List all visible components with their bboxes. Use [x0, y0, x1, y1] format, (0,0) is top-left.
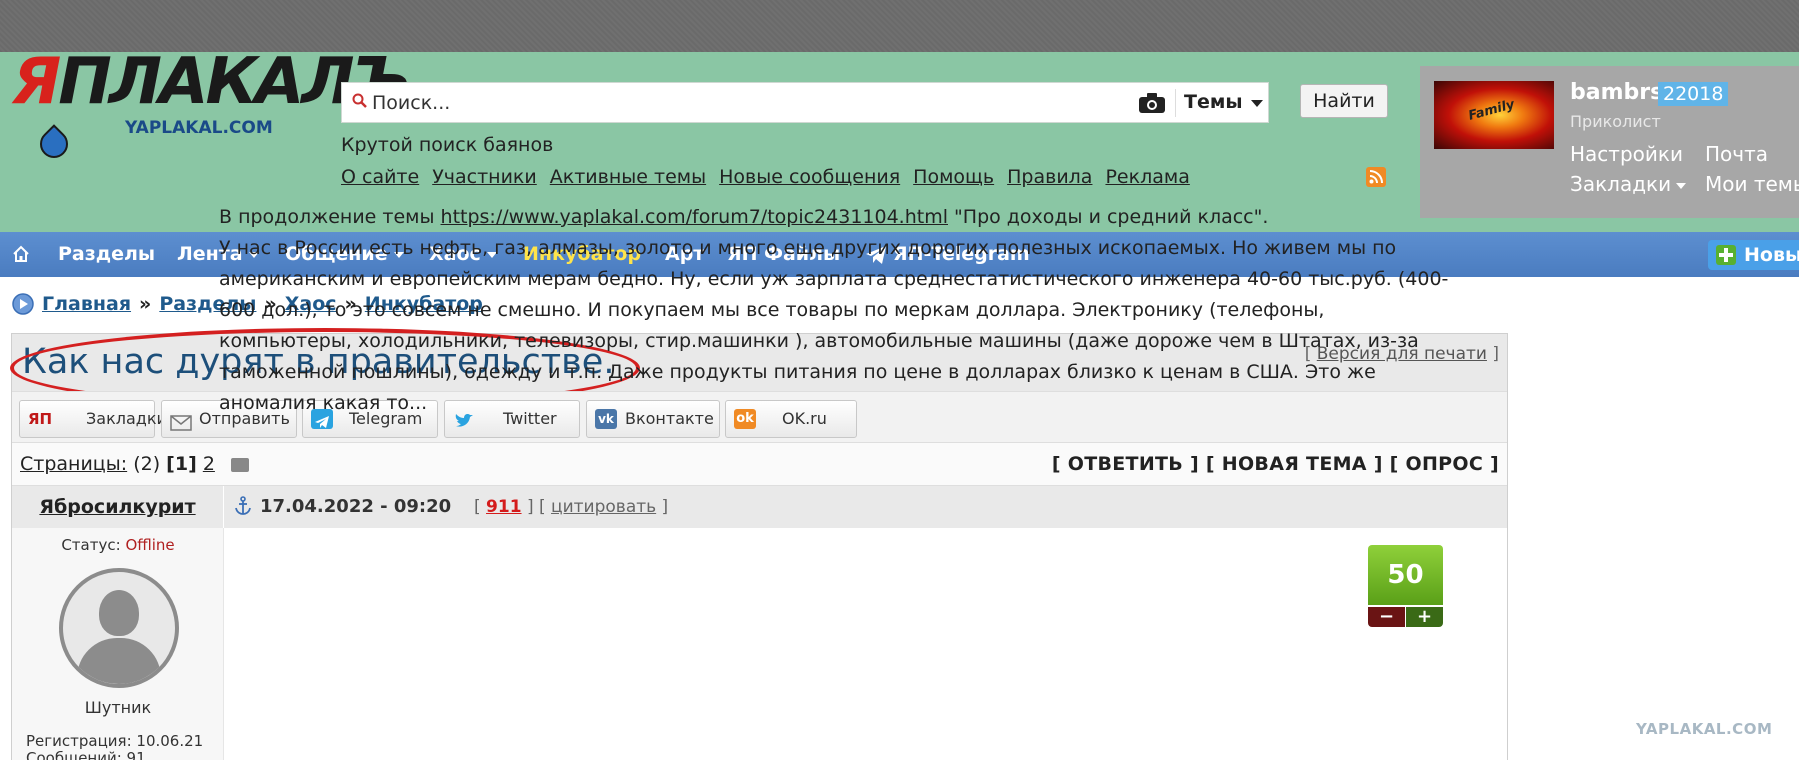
tear-drop-icon	[34, 124, 74, 164]
nav-about[interactable]: О сайте	[341, 166, 419, 188]
rating-value: 50	[1368, 545, 1443, 605]
nav-rules[interactable]: Правила	[1007, 166, 1092, 188]
post-header: Ябросилкурит 17.04.2022 - 09:20 [ 911 ] …	[12, 485, 1507, 528]
author-sidebar: Статус: Offline Шутник Регистрация: 10.0…	[12, 528, 224, 760]
post-author[interactable]: Ябросилкурит	[12, 486, 224, 528]
search-scope-select[interactable]: Темы	[1184, 83, 1243, 122]
nav-active-topics[interactable]: Активные темы	[550, 166, 706, 188]
envelope-icon	[170, 409, 192, 431]
post-body: В продолжение темы https://www.yaplakal.…	[219, 206, 1449, 414]
find-button[interactable]: Найти	[1300, 84, 1388, 118]
rss-icon[interactable]	[1366, 167, 1386, 187]
site-logo[interactable]: ЯПЛАКАЛЪ YAPLAKAL.COM	[10, 50, 412, 180]
post-number[interactable]: 911	[486, 497, 522, 517]
post-link[interactable]: https://www.yaplakal.com/forum7/topic243…	[441, 206, 948, 228]
envelope-icon[interactable]	[231, 458, 249, 472]
user-avatar[interactable]: Family	[1434, 81, 1554, 149]
author-rank: Шутник	[84, 698, 152, 717]
user-rating-badge: 22018	[1658, 82, 1729, 106]
yp-icon: ЯП	[28, 410, 53, 428]
search-input[interactable]	[372, 83, 1152, 122]
logo-domain: YAPLAKAL.COM	[125, 118, 273, 138]
search-icon	[352, 93, 367, 108]
nav-ads[interactable]: Реклама	[1105, 166, 1189, 188]
my-topics-link[interactable]: Мои темы	[1705, 172, 1799, 196]
user-rank: Приколист	[1570, 112, 1661, 131]
user-panel: Family bambrs 22018 Приколист Настройки …	[1420, 66, 1799, 218]
page-2-link[interactable]: 2	[203, 453, 215, 475]
settings-link[interactable]: Настройки	[1570, 142, 1683, 166]
nav-help[interactable]: Помощь	[913, 166, 994, 188]
pagination: Страницы: (2) [1] 2	[20, 453, 215, 475]
post-rating: 50 − +	[1368, 545, 1443, 627]
top-nav: О сайте Участники Активные темы Новые со…	[341, 166, 1190, 188]
search-tagline: Крутой поиск баянов	[341, 134, 554, 156]
author-avatar[interactable]	[59, 568, 179, 688]
topic-actions[interactable]: [ ОТВЕТИТЬ ] [ НОВАЯ ТЕМА ] [ ОПРОС ]	[1052, 453, 1499, 475]
watermark: YAPLAKAL.COM	[1636, 720, 1773, 738]
nav-sections[interactable]: Разделы	[58, 232, 155, 277]
breadcrumb-separator: »	[139, 293, 152, 315]
mail-link[interactable]: Почта	[1705, 142, 1768, 166]
search-bar: Темы	[341, 82, 1269, 123]
username[interactable]: bambrs	[1570, 80, 1663, 105]
anchor-icon[interactable]	[234, 496, 252, 516]
chevron-down-icon[interactable]	[1251, 100, 1263, 107]
author-registration: Регистрация: 10.06.21 Сообщений: 91	[26, 732, 204, 760]
pagination-row: Страницы: (2) [1] 2 [ ОТВЕТИТЬ ] [ НОВАЯ…	[12, 443, 1507, 485]
share-bookmarks-button[interactable]: ЯП Закладки	[19, 400, 167, 438]
search-separator	[1175, 89, 1176, 117]
author-status: Статус: Offline	[61, 536, 175, 554]
rating-minus-button[interactable]: −	[1368, 607, 1405, 627]
nav-members[interactable]: Участники	[432, 166, 537, 188]
breadcrumb-home[interactable]: Главная	[42, 293, 131, 315]
bookmarks-link[interactable]: Закладки	[1570, 172, 1687, 196]
page-current: [1]	[166, 453, 197, 475]
pages-label[interactable]: Страницы:	[20, 453, 127, 475]
post-text: У нас в России есть нефть, газ, алмазы, …	[219, 237, 1449, 414]
rating-plus-button[interactable]: +	[1406, 607, 1443, 627]
new-post-button[interactable]: Новы	[1708, 240, 1799, 270]
plus-icon	[1716, 245, 1736, 265]
play-circle-icon	[12, 293, 34, 315]
post-meta: [ 911 ] [ цитировать ]	[474, 497, 669, 517]
chevron-down-icon	[1676, 182, 1687, 189]
camera-icon[interactable]	[1137, 91, 1167, 115]
home-icon[interactable]	[12, 245, 30, 263]
quote-link[interactable]: цитировать	[551, 497, 656, 517]
post-date: 17.04.2022 - 09:20	[260, 496, 452, 517]
nav-new-messages[interactable]: Новые сообщения	[719, 166, 900, 188]
